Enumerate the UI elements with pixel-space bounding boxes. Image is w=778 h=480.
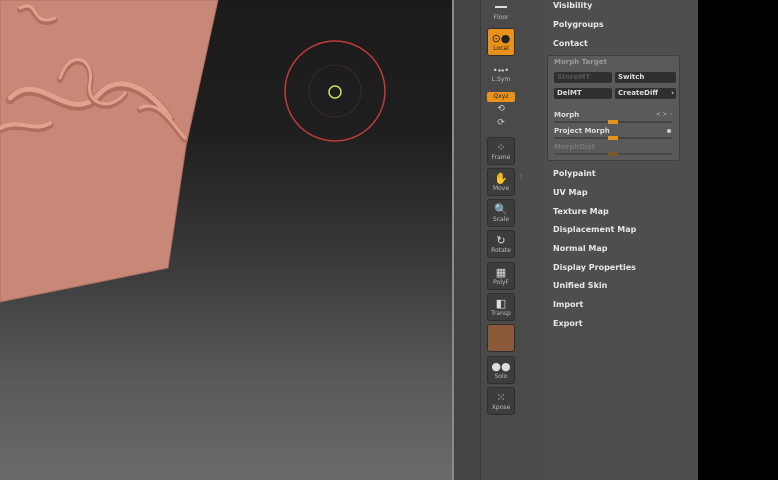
polyf-button[interactable]: ▦ PolyF [487, 262, 515, 290]
subpalette-export[interactable]: Export [553, 319, 583, 328]
scale-label: Scale [492, 215, 510, 223]
local-button[interactable]: ⊙● Local [487, 28, 515, 56]
morphdist-slider-handle[interactable] [608, 152, 618, 156]
delmt-button[interactable]: DelMT [554, 88, 612, 99]
storemt-button[interactable]: StoreMT [554, 72, 612, 83]
move-button[interactable]: ✋ Move [487, 168, 515, 196]
project-morph-slider[interactable] [554, 136, 672, 140]
scale-icon: 🔍 [494, 202, 508, 216]
canvas-viewport[interactable] [0, 0, 452, 480]
morphdist-slider[interactable] [554, 152, 672, 156]
subpalette-polypaint[interactable]: Polypaint [553, 169, 596, 178]
morph-target-subpalette: Morph Target StoreMT Switch DelMT Create… [547, 55, 680, 161]
polyf-icon: ▦ [495, 265, 507, 279]
xpose-icon: ⁙ [496, 390, 506, 404]
panel-separator: ⁞ [520, 0, 544, 480]
collapse-handle-icon[interactable]: ⁞ [520, 172, 526, 190]
project-morph-dot-icon[interactable] [667, 129, 671, 133]
subpalette-uv-map[interactable]: UV Map [553, 188, 588, 197]
slider-options-icon[interactable]: ≺ ≻ ◦ [656, 111, 673, 118]
rotate-label: Rotate [491, 246, 511, 254]
subpalette-display-properties[interactable]: Display Properties [553, 263, 636, 272]
move-icon: ✋ [494, 171, 508, 185]
floor-icon[interactable] [485, 2, 517, 10]
move-label: Move [492, 184, 510, 192]
lsym-label: L.Sym [491, 76, 511, 83]
lsym-icon[interactable]: •↔• [485, 66, 517, 75]
subpalette-contact[interactable]: Contact [553, 39, 588, 48]
symmetry-rotate-icon[interactable]: ⟲ [485, 104, 517, 114]
xpose-button[interactable]: ⁙ Xpose [487, 387, 515, 415]
chevron-right-icon: › [671, 89, 674, 97]
switch-button[interactable]: Switch [615, 72, 676, 83]
viewport-gutter [454, 0, 480, 480]
morph-slider-handle[interactable] [608, 120, 618, 124]
frame-button[interactable]: ⁘ Frame [487, 137, 515, 165]
subpalette-normal-map[interactable]: Normal Map [553, 244, 607, 253]
frame-label: Frame [491, 153, 511, 161]
project-morph-label: Project Morph [554, 127, 610, 135]
solo-icon: ●● [491, 359, 511, 373]
viewport-scene [0, 0, 386, 303]
transp-button[interactable]: ◧ Transp [487, 293, 515, 321]
transp-label: Transp [491, 309, 511, 317]
morphdist-label: MorphDist [554, 143, 595, 151]
transp-icon: ◧ [495, 296, 507, 310]
subpalette-import[interactable]: Import [553, 300, 583, 309]
xpose-label: Xpose [491, 403, 511, 411]
subpalette-polygroups[interactable]: Polygroups [553, 20, 604, 29]
morph-slider[interactable] [554, 120, 672, 124]
tool-palette: Visibility Polygroups Contact Morph Targ… [544, 0, 698, 480]
subpalette-unified-skin[interactable]: Unified Skin [553, 281, 607, 290]
subpalette-texture-map[interactable]: Texture Map [553, 207, 609, 216]
brush-cursor [284, 40, 386, 142]
scale-button[interactable]: 🔍 Scale [487, 199, 515, 227]
solo-label: Solo [494, 372, 508, 380]
polyf-label: PolyF [493, 278, 509, 286]
screen-border-right [698, 0, 778, 480]
project-morph-slider-handle[interactable] [608, 136, 618, 140]
solo-button[interactable]: ●● Solo [487, 356, 515, 384]
xyz-toggle[interactable]: Qxyz [487, 92, 515, 102]
local-label: Local [493, 44, 509, 52]
subpalette-displacement-map[interactable]: Displacement Map [553, 225, 636, 234]
creatediff-label: CreateDiff [618, 89, 659, 97]
rotate-button[interactable]: ↻ Rotate [487, 230, 515, 258]
rotate-icon: ↻ [496, 233, 506, 247]
symmetry-radial-icon[interactable]: ⟳ [485, 118, 517, 128]
frame-icon: ⁘ [496, 140, 506, 154]
local-icon: ⊙● [491, 31, 511, 45]
morph-target-title[interactable]: Morph Target [554, 58, 607, 66]
floor-label: Floor [493, 14, 509, 21]
creatediff-button[interactable]: CreateDiff › [615, 88, 676, 99]
right-shelf: Floor ⊙● Local •↔• L.Sym Qxyz ⟲ ⟳ ⁘ Fram… [480, 0, 522, 480]
morph-slider-label: Morph [554, 111, 580, 119]
material-swatch[interactable] [487, 324, 515, 352]
subpalette-visibility[interactable]: Visibility [553, 1, 592, 10]
